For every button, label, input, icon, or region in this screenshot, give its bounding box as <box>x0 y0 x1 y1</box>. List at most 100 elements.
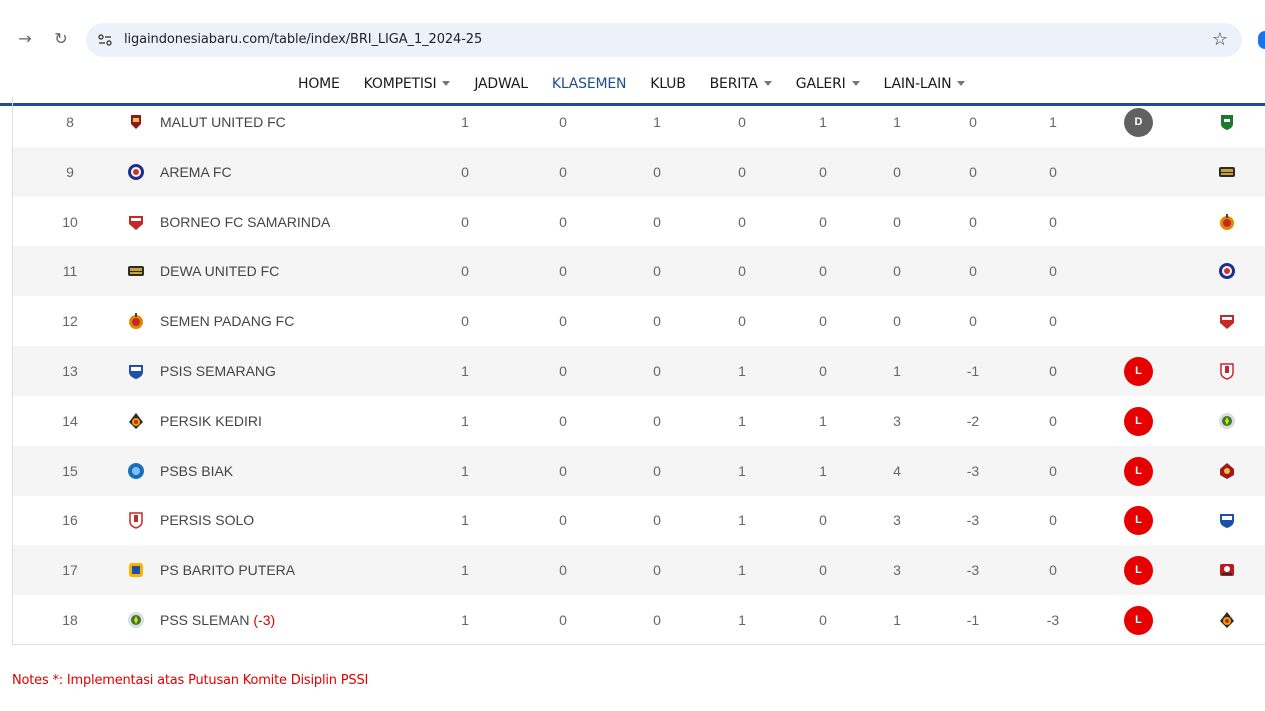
next-opponent-crest-icon[interactable] <box>1218 561 1236 579</box>
team-name-cell[interactable]: MALUT UNITED FC <box>160 97 286 147</box>
bookmark-star-icon[interactable]: ☆ <box>1212 29 1228 50</box>
team-name: PSS SLEMAN <box>160 612 250 628</box>
profile-avatar[interactable] <box>1258 31 1265 49</box>
stat-cell: 0 <box>653 562 661 578</box>
menu-item-home[interactable]: HOME <box>298 76 340 92</box>
stat-cell: 0 <box>559 263 567 279</box>
team-name: PSBS BIAK <box>160 463 234 479</box>
menu-item-klub[interactable]: KLUB <box>650 76 686 92</box>
stat-cell: 0 <box>559 214 567 230</box>
team-name-cell[interactable]: PSS SLEMAN (-3) <box>160 595 275 645</box>
menu-item-berita[interactable]: BERITA <box>710 76 772 92</box>
stat-cell: 0 <box>559 114 567 130</box>
team-name-cell[interactable]: PERSIS SOLO <box>160 495 254 545</box>
next-opponent-crest-icon[interactable] <box>1218 262 1236 280</box>
menu-item-jadwal[interactable]: JADWAL <box>474 76 528 92</box>
next-opponent-crest-icon[interactable] <box>1218 611 1236 629</box>
stat-cell: 1 <box>461 463 469 479</box>
stat-cell: 1 <box>461 363 469 379</box>
stat-cell: 0 <box>461 214 469 230</box>
stat-cell: 3 <box>893 512 901 528</box>
team-crest-icon <box>127 412 145 430</box>
next-opponent-crest-icon[interactable] <box>1218 163 1236 181</box>
menu-item-label: KLASEMEN <box>551 76 627 92</box>
stat-cell: 1 <box>819 463 827 479</box>
team-crest-icon <box>127 163 145 181</box>
menu-item-lain-lain[interactable]: LAIN-LAIN <box>884 76 966 92</box>
next-opponent-crest-icon[interactable] <box>1218 312 1236 330</box>
team-name-cell[interactable]: BORNEO FC SAMARINDA <box>160 197 330 247</box>
address-bar[interactable]: ligaindonesiabaru.com/table/index/BRI_LI… <box>86 23 1242 57</box>
stat-cell: 0 <box>969 263 977 279</box>
stat-cell: 1 <box>738 512 746 528</box>
next-opponent-crest-icon[interactable] <box>1218 511 1236 529</box>
team-crest-icon <box>127 362 145 380</box>
team-name-cell[interactable]: PSIS SEMARANG <box>160 346 276 396</box>
reload-icon[interactable]: ↻ <box>51 29 71 49</box>
stat-cell: 1 <box>893 363 901 379</box>
site-info-icon[interactable] <box>96 31 114 49</box>
stat-cell: 0 <box>559 562 567 578</box>
team-name-cell[interactable]: DEWA UNITED FC <box>160 246 279 296</box>
stat-cell: 0 <box>819 313 827 329</box>
stat-cell: 1 <box>893 612 901 628</box>
team-crest-icon <box>127 511 145 529</box>
team-crest-icon <box>127 262 145 280</box>
menu-item-kompetisi[interactable]: KOMPETISI <box>364 76 451 92</box>
stat-cell: 0 <box>559 363 567 379</box>
stat-cell: 0 <box>559 413 567 429</box>
stat-cell: 0 <box>1049 363 1057 379</box>
team-name-cell[interactable]: PSBS BIAK <box>160 446 233 496</box>
next-opponent-crest-icon[interactable] <box>1218 412 1236 430</box>
caret-down-icon <box>442 80 451 86</box>
form-badge: L <box>1124 407 1153 436</box>
position-cell: 13 <box>62 363 78 379</box>
team-name-cell[interactable]: PERSIK KEDIRI <box>160 396 262 446</box>
position-cell: 8 <box>66 114 74 130</box>
stat-cell: 0 <box>559 612 567 628</box>
next-opponent-crest-icon[interactable] <box>1218 462 1236 480</box>
stat-cell: 0 <box>1049 164 1057 180</box>
stat-cell: 0 <box>1049 562 1057 578</box>
next-opponent-crest-icon[interactable] <box>1218 113 1236 131</box>
table-row: 13 PSIS SEMARANG 1 0 0 1 0 1 -1 0 L <box>13 346 1265 396</box>
team-name: AREMA FC <box>160 164 232 180</box>
stat-cell: 0 <box>653 463 661 479</box>
position-cell: 14 <box>62 413 78 429</box>
stat-cell: 0 <box>1049 413 1057 429</box>
position-cell: 17 <box>62 562 78 578</box>
stat-cell: 0 <box>653 363 661 379</box>
stat-cell: 0 <box>559 512 567 528</box>
caret-down-icon <box>851 80 860 86</box>
stat-cell: 3 <box>893 562 901 578</box>
form-badge: L <box>1124 506 1153 535</box>
url-text[interactable]: ligaindonesiabaru.com/table/index/BRI_LI… <box>124 32 482 47</box>
team-name-cell[interactable]: SEMEN PADANG FC <box>160 296 294 346</box>
team-name: DEWA UNITED FC <box>160 263 280 279</box>
stat-cell: 0 <box>461 313 469 329</box>
stat-cell: 0 <box>969 214 977 230</box>
team-name-cell[interactable]: AREMA FC <box>160 147 232 197</box>
notes-text: Notes *: Implementasi atas Putusan Komit… <box>12 673 369 688</box>
team-name: PERSIS SOLO <box>160 512 255 528</box>
browser-toolbar: → ↻ ligaindonesiabaru.com/table/index/BR… <box>0 0 1265 62</box>
caret-down-icon <box>957 80 966 86</box>
stat-cell: 0 <box>653 512 661 528</box>
position-cell: 10 <box>62 214 78 230</box>
stat-cell: 1 <box>461 612 469 628</box>
form-badge: L <box>1124 606 1153 635</box>
stat-cell: 0 <box>559 313 567 329</box>
menu-item-label: LAIN-LAIN <box>883 76 952 92</box>
stat-cell: -3 <box>1046 612 1060 628</box>
team-name: BORNEO FC SAMARINDA <box>160 214 331 230</box>
menu-item-klasemen[interactable]: KLASEMEN <box>551 76 627 92</box>
stat-cell: 0 <box>653 263 661 279</box>
next-opponent-crest-icon[interactable] <box>1218 213 1236 231</box>
next-opponent-crest-icon[interactable] <box>1218 362 1236 380</box>
team-name-cell[interactable]: PS BARITO PUTERA <box>160 545 295 595</box>
stat-cell: 0 <box>738 114 746 130</box>
stat-cell: 1 <box>461 562 469 578</box>
forward-arrow-icon[interactable]: → <box>15 29 35 49</box>
stat-cell: -1 <box>966 612 980 628</box>
menu-item-galeri[interactable]: GALERI <box>796 76 860 92</box>
